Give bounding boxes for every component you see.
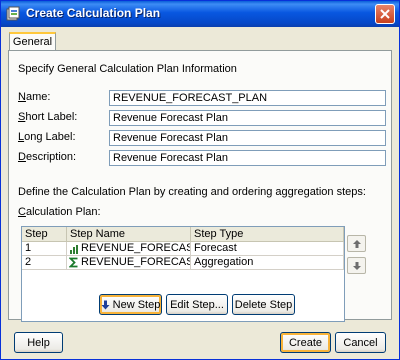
calculation-plan-label: Calculation Plan: — [18, 206, 101, 218]
close-icon — [380, 9, 390, 19]
step-type: Forecast — [191, 242, 344, 256]
step-number: 2 — [22, 256, 67, 270]
short-label-field[interactable]: Revenue Forecast Plan — [109, 110, 386, 126]
arrow-up-icon — [352, 239, 361, 248]
long-label-label: Long Label: — [18, 131, 76, 143]
delete-step-button[interactable]: Delete Step — [232, 294, 295, 315]
create-button[interactable]: Create — [280, 332, 331, 353]
step-name: REVENUE_FORECAST_STE — [67, 242, 191, 256]
general-panel: Specify General Calculation Plan Informa… — [8, 50, 392, 322]
step-name-text: REVENUE_FORECAST_STE — [81, 242, 191, 254]
sigma-icon — [69, 257, 78, 268]
step-name-text: REVENUE_FORECAST_AS — [81, 256, 190, 268]
step-type: Aggregation — [191, 256, 344, 270]
short-label-label: Short Label: — [18, 111, 78, 123]
new-step-button[interactable]: New Step — [99, 294, 162, 315]
move-up-button[interactable] — [347, 235, 366, 252]
create-calculation-plan-dialog: Create Calculation Plan General Specify … — [0, 0, 400, 360]
title-bar[interactable]: Create Calculation Plan — [1, 1, 399, 27]
new-step-label: New Step — [112, 298, 161, 311]
column-header-step-type[interactable]: Step Type — [191, 227, 344, 242]
table-row[interactable]: 2 REVENUE_FORECAST_AS Aggregation — [22, 256, 344, 270]
description-label: Description: — [18, 151, 77, 163]
cancel-button[interactable]: Cancel — [335, 332, 386, 353]
arrow-down-icon — [352, 261, 361, 270]
move-down-button[interactable] — [347, 257, 366, 274]
arrow-down-icon — [101, 300, 110, 309]
description-field[interactable]: Revenue Forecast Plan — [109, 150, 386, 166]
edit-step-button[interactable]: Edit Step... — [166, 294, 228, 315]
section-title: Specify General Calculation Plan Informa… — [18, 63, 237, 75]
help-button[interactable]: Help — [14, 332, 63, 353]
forecast-chart-icon — [70, 245, 78, 254]
step-name: REVENUE_FORECAST_AS — [67, 256, 191, 270]
column-header-step[interactable]: Step — [22, 227, 67, 242]
window-title: Create Calculation Plan — [26, 6, 161, 20]
step-number: 1 — [22, 242, 67, 256]
app-icon — [6, 6, 22, 22]
long-label-field[interactable]: Revenue Forecast Plan — [109, 130, 386, 146]
close-button[interactable] — [375, 4, 395, 24]
name-label: Name: — [18, 91, 51, 103]
table-row[interactable]: 1 REVENUE_FORECAST_STE Forecast — [22, 242, 344, 256]
steps-instruction: Define the Calculation Plan by creating … — [18, 186, 366, 198]
tab-general[interactable]: General — [9, 32, 56, 51]
column-header-step-name[interactable]: Step Name — [67, 227, 191, 242]
name-field[interactable]: REVENUE_FORECAST_PLAN — [109, 90, 386, 106]
